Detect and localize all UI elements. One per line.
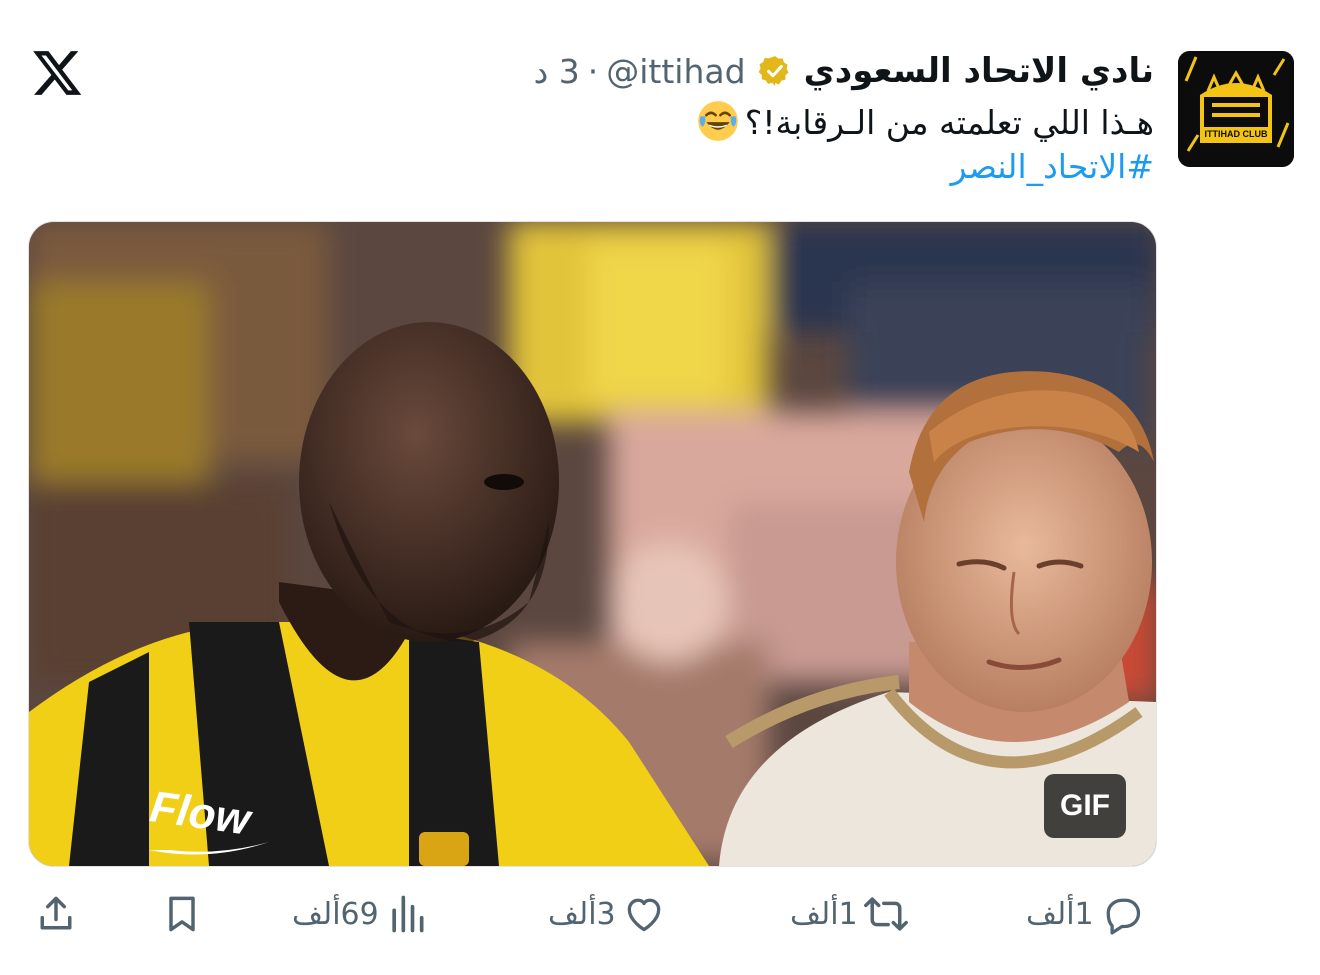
heart-icon (627, 898, 660, 932)
display-name[interactable]: نادي الاتحاد السعودي (804, 51, 1154, 91)
retweet-count: 1ألف (790, 896, 858, 932)
tweet-text: هـذا اللي تعلمته من الـرقابة!؟ #الاتحاد_… (394, 100, 1154, 189)
tweet-body: هـذا اللي تعلمته من الـرقابة!؟ (697, 101, 1154, 142)
share-button[interactable] (34, 886, 78, 942)
verified-badge-icon (758, 56, 789, 86)
media-gif[interactable]: Flow GIF (28, 221, 1157, 867)
retweet-button[interactable]: 1ألف (790, 886, 908, 942)
avatar-brand-text: ITTIHAD CLUB (1205, 129, 1268, 139)
share-icon (40, 896, 72, 930)
tweet-meta: 3 د · @ittihad (534, 52, 746, 91)
retweet-icon (863, 897, 908, 931)
reply-icon (1106, 898, 1140, 935)
gif-frame-image: Flow (29, 222, 1156, 866)
reply-count: 1ألف (1026, 896, 1094, 932)
user-handle[interactable]: @ittihad (606, 52, 745, 91)
bookmark-icon (169, 896, 195, 932)
views-count: 69ألف (292, 896, 379, 932)
gif-badge: GIF (1044, 774, 1126, 838)
hashtag-link[interactable]: #الاتحاد_النصر (394, 145, 1154, 189)
bookmark-button[interactable] (160, 886, 204, 942)
avatar[interactable]: ITTIHAD CLUB (1178, 51, 1294, 167)
tweet-header: 3 د · @ittihad نادي الاتحاد السعودي (534, 48, 1154, 94)
views-button[interactable]: 69ألف (292, 886, 429, 942)
tweet-time[interactable]: 3 د (534, 52, 580, 91)
separator-dot: · (587, 51, 599, 91)
like-button[interactable]: 3ألف (548, 886, 666, 942)
reply-button[interactable]: 1ألف (1026, 886, 1144, 942)
tweet-body-text: هـذا اللي تعلمته من الـرقابة!؟ (744, 103, 1154, 142)
x-logo-icon[interactable] (30, 46, 84, 100)
like-count: 3ألف (548, 896, 616, 932)
ittihad-logo-icon: ITTIHAD CLUB (1178, 51, 1294, 167)
views-chart-icon (392, 895, 424, 933)
face-with-tears-of-joy-icon (697, 101, 738, 141)
